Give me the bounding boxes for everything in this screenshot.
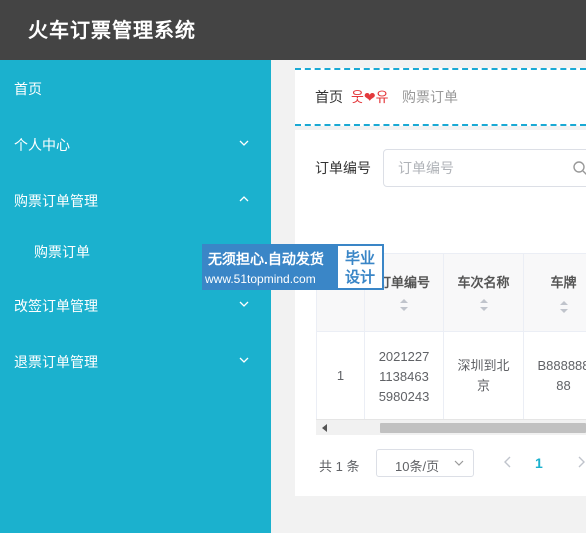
- breadcrumb-separator: 웃❤유: [351, 89, 389, 105]
- chevron-down-icon: [239, 140, 249, 146]
- sort-icon[interactable]: [399, 298, 409, 312]
- chevron-down-icon: [239, 357, 249, 363]
- column-header-label: 车次名称: [457, 275, 510, 290]
- sidebar-item-label: 退票订单管理: [14, 354, 98, 370]
- content-panel: 订单编号 索引 订单编号 车次名称 车牌 1 2021227: [295, 130, 586, 496]
- horizontal-scrollbar[interactable]: [316, 419, 586, 435]
- pagination-total: 共 1 条: [319, 459, 360, 474]
- sidebar-item-label: 改签订单管理: [14, 298, 98, 314]
- breadcrumb-current: 购票订单: [402, 89, 458, 105]
- sidebar-item-refund-order-management[interactable]: 退票订单管理: [0, 349, 271, 373]
- table-cell-train-name: 深圳到北 京: [444, 332, 524, 419]
- watermark-badge: 毕业 设计: [336, 244, 384, 290]
- chevron-up-icon: [239, 196, 249, 202]
- main-content: 首页 웃❤유 购票订单 订单编号 索引 订单编号 车次名称 车牌 1: [271, 60, 586, 533]
- breadcrumb: 首页 웃❤유 购票订单: [295, 68, 586, 126]
- search-icon[interactable]: [572, 160, 586, 176]
- scroll-left-icon[interactable]: [322, 424, 327, 432]
- column-header-label: 车牌: [550, 275, 577, 290]
- column-header-plate[interactable]: 车牌: [524, 254, 586, 332]
- breadcrumb-home[interactable]: 首页: [315, 87, 343, 107]
- cell-text: B888888 88: [537, 358, 586, 393]
- chevron-down-icon: [239, 301, 249, 307]
- table-cell-plate: B888888 88: [524, 332, 586, 419]
- app-title: 火车订票管理系统: [28, 20, 196, 42]
- watermark-text: 无须担心.自动发货 www.51topmind.com: [202, 244, 336, 290]
- watermark-line2: www.51topmind.com: [205, 272, 316, 286]
- sidebar-item-label: 首页: [14, 81, 42, 97]
- cell-text: 2021227 1138463 5980243: [378, 349, 430, 404]
- cell-text: 深圳到北 京: [457, 358, 510, 393]
- watermark-line1: 无须担心.自动发货: [208, 251, 324, 267]
- sort-icon[interactable]: [559, 300, 569, 314]
- watermark-overlay: 无须担心.自动发货 www.51topmind.com 毕业 设计: [202, 244, 384, 290]
- pagination-current-page[interactable]: 1: [535, 455, 543, 471]
- page-size-value: 10条/页: [395, 459, 440, 474]
- sidebar-item-change-order-management[interactable]: 改签订单管理: [0, 293, 271, 317]
- sidebar-item-label: 个人中心: [14, 137, 70, 153]
- sidebar: 首页 个人中心 购票订单管理 购票订单 改签订单管理 退票订单管理: [0, 60, 271, 533]
- table-cell-order-no: 2021227 1138463 5980243: [365, 332, 444, 419]
- prev-page-button[interactable]: [501, 453, 515, 471]
- sidebar-item-ticket-order-management[interactable]: 购票订单管理: [0, 188, 271, 212]
- sidebar-item-personal-center[interactable]: 个人中心: [0, 132, 271, 156]
- sort-icon[interactable]: [479, 298, 489, 312]
- top-bar: 火车订票管理系统: [0, 0, 586, 60]
- table-cell-index: 1: [317, 332, 365, 419]
- sidebar-item-label: 购票订单: [34, 244, 90, 260]
- search-input[interactable]: [383, 149, 586, 187]
- column-header-train-name[interactable]: 车次名称: [444, 254, 524, 332]
- page-size-select[interactable]: 10条/页: [376, 449, 474, 477]
- cell-text: 1: [336, 368, 345, 383]
- sidebar-item-home[interactable]: 首页: [0, 76, 271, 100]
- next-page-button[interactable]: [574, 453, 586, 471]
- chevron-down-icon: [454, 460, 464, 466]
- scrollbar-thumb[interactable]: [380, 423, 586, 433]
- search-label: 订单编号: [315, 160, 371, 176]
- sidebar-item-label: 购票订单管理: [14, 193, 98, 209]
